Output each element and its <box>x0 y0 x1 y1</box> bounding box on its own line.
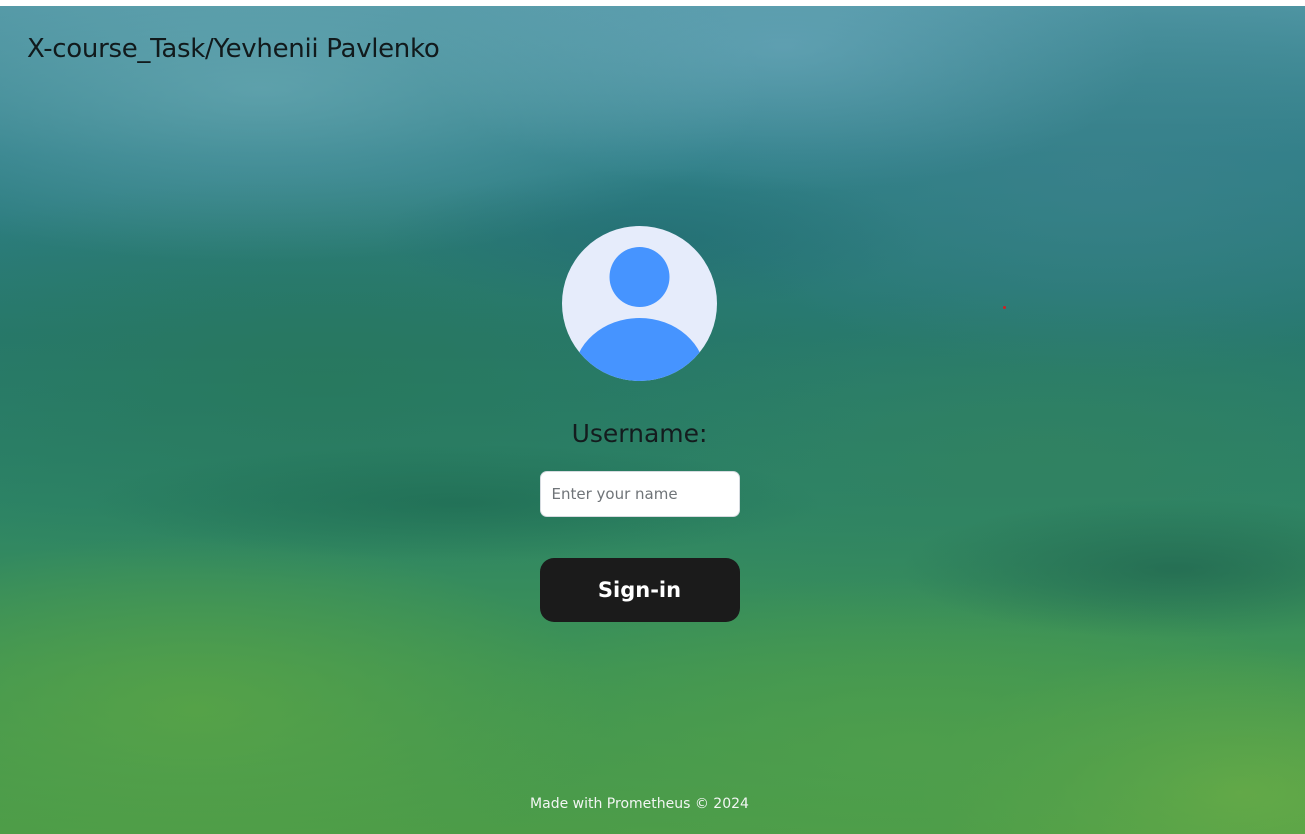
avatar-head-shape <box>609 247 670 307</box>
page-background: X-course_Task/Yevhenii Pavlenko Username… <box>0 6 1305 834</box>
login-form: Username: Sign-in <box>0 226 1305 622</box>
footer-text: Made with Prometheus © 2024 <box>530 796 749 812</box>
username-label: Username: <box>571 419 708 448</box>
sign-in-button[interactable]: Sign-in <box>539 558 740 622</box>
site-title: X-course_Task/Yevhenii Pavlenko <box>27 34 440 64</box>
avatar-svg <box>573 247 706 381</box>
avatar-body-shape <box>573 318 706 381</box>
username-input[interactable] <box>539 471 740 517</box>
footer: Made with Prometheus © 2024 <box>0 796 1305 812</box>
user-avatar-icon <box>562 226 717 381</box>
